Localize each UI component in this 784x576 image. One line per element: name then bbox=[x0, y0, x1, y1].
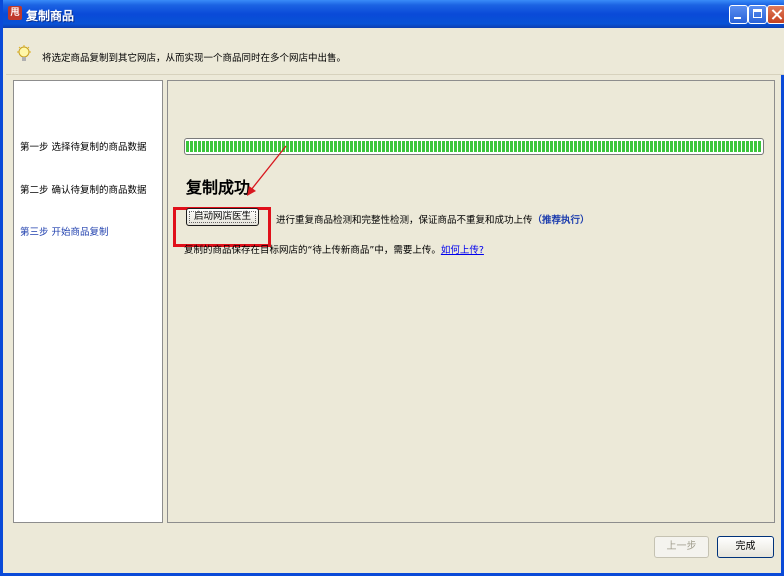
check-description-text: 进行重复商品检测和完整性检测，保证商品不重复和成功上传 bbox=[276, 215, 533, 226]
previous-step-button[interactable]: 上一步 bbox=[654, 536, 709, 558]
recommend-link[interactable]: （推荐执行） bbox=[533, 215, 590, 226]
tip-bar: 将选定商品复制到其它网店，从而实现一个商品同时在多个网店中出售。 bbox=[6, 28, 784, 75]
lightbulb-icon bbox=[17, 45, 31, 61]
steps-panel: 第一步 选择待复制的商品数据 第二步 确认待复制的商品数据 第三步 开始商品复制 bbox=[13, 80, 163, 523]
app-icon: 甩 bbox=[8, 6, 22, 20]
title-bar[interactable]: 甩 复制商品 bbox=[3, 0, 784, 28]
minimize-icon[interactable] bbox=[729, 5, 748, 24]
step-start-copy: 第三步 开始商品复制 bbox=[20, 227, 109, 238]
success-title: 复制成功 bbox=[186, 178, 251, 197]
step-select-data: 第一步 选择待复制的商品数据 bbox=[20, 142, 147, 153]
step-confirm-data: 第二步 确认待复制的商品数据 bbox=[20, 185, 147, 196]
finish-button[interactable]: 完成 bbox=[717, 536, 774, 558]
launch-shop-doctor-button[interactable]: 启动网店医生 bbox=[186, 208, 259, 226]
close-icon[interactable] bbox=[767, 5, 784, 24]
saved-description: 复制的商品保存在目标网店的“待上传新商品”中，需要上传。如何上传? bbox=[184, 242, 484, 256]
tip-text: 将选定商品复制到其它网店，从而实现一个商品同时在多个网店中出售。 bbox=[42, 53, 347, 64]
copy-goods-window: 甩 复制商品 将选定商品复制到其它网店，从而实现一个商品同时在多个网店中出售。 … bbox=[0, 0, 784, 576]
maximize-icon[interactable] bbox=[748, 5, 767, 24]
window-title: 复制商品 bbox=[26, 9, 75, 23]
how-to-upload-link[interactable]: 如何上传? bbox=[441, 245, 484, 256]
check-description: 进行重复商品检测和完整性检测，保证商品不重复和成功上传（推荐执行） bbox=[276, 212, 590, 226]
saved-description-text: 复制的商品保存在目标网店的“待上传新商品”中，需要上传。 bbox=[184, 245, 441, 256]
content-panel: 复制成功 启动网店医生 进行重复商品检测和完整性检测，保证商品不重复和成功上传（… bbox=[167, 80, 775, 523]
copy-progress-bar bbox=[184, 138, 764, 155]
progress-fill bbox=[186, 141, 762, 152]
